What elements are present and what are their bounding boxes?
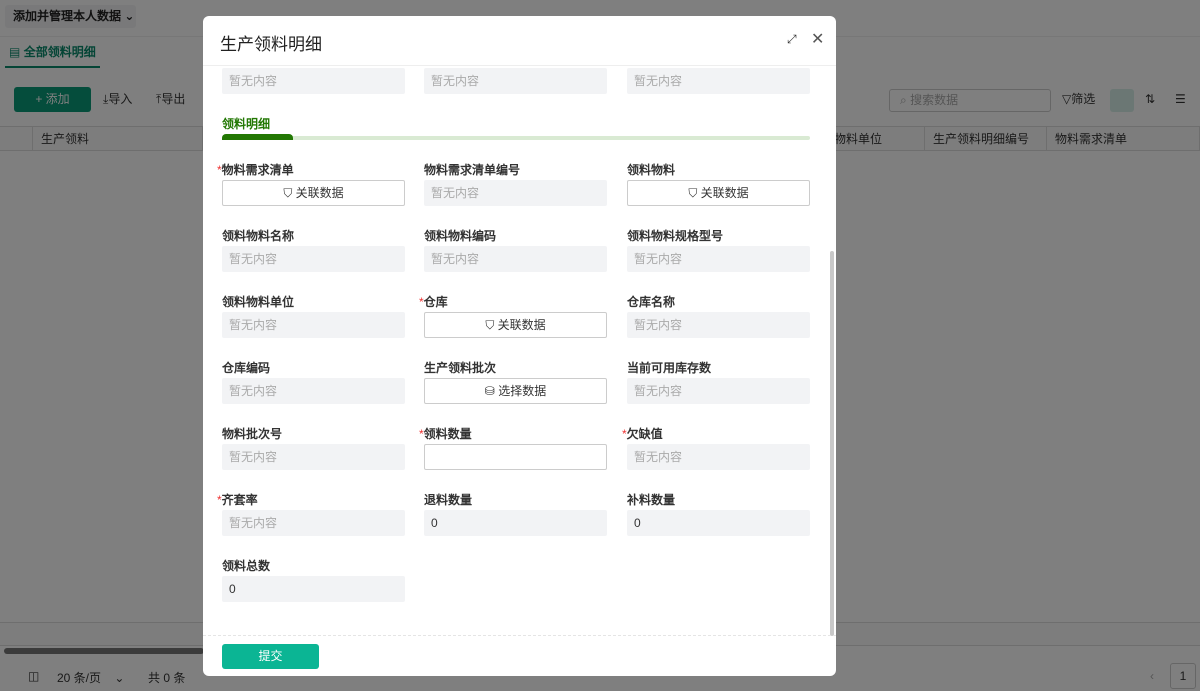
readonly-field: 暂无内容 — [627, 68, 810, 94]
field-label: *领料数量 — [419, 425, 472, 442]
field-label: 仓库名称 — [627, 293, 675, 310]
field-label-text: 物料批次号 — [222, 427, 283, 441]
field-value: 暂无内容 — [431, 252, 480, 266]
field-label: 退料数量 — [424, 491, 472, 508]
header-divider — [203, 65, 836, 66]
readonly-field: 暂无内容 — [424, 246, 607, 272]
section-progress — [222, 134, 810, 140]
field-label-text: 仓库 — [423, 295, 448, 309]
field-label: *物料需求清单 — [217, 161, 294, 178]
readonly-field: 暂无内容 — [627, 444, 810, 470]
field-value: 0 — [431, 516, 438, 530]
field-value: 0 — [229, 582, 236, 596]
field-label-text: 退料数量 — [424, 493, 473, 507]
readonly-field: 0 — [627, 510, 810, 536]
readonly-field: 暂无内容 — [222, 444, 405, 470]
field-label-text: 当前可用库存数 — [627, 361, 712, 375]
field-value: 暂无内容 — [229, 252, 278, 266]
readonly-field: 暂无内容 — [222, 378, 405, 404]
readonly-field: 暂无内容 — [627, 378, 810, 404]
field-label: 当前可用库存数 — [627, 359, 711, 376]
field-label-text: 领料物料单位 — [222, 295, 295, 309]
readonly-field: 暂无内容 — [627, 312, 810, 338]
quantity-input[interactable] — [424, 444, 607, 470]
modal-title: 生产领料明细 — [220, 35, 322, 54]
field-label: *仓库 — [419, 293, 448, 310]
field-value: 暂无内容 — [431, 186, 480, 200]
field-label-text: 领料物料 — [627, 163, 676, 177]
field-value: 关联数据 — [497, 318, 546, 332]
field-label-text: 仓库名称 — [627, 295, 676, 309]
field-value: 暂无内容 — [634, 318, 683, 332]
modal: 生产领料明细 ⤢ ✕ 暂无内容 暂无内容 暂无内容 领料明细 *物料需求清单 ⛉ 关联… — [203, 16, 836, 676]
field-value: 关联数据 — [700, 186, 749, 200]
field-label: 领料物料规格型号 — [627, 227, 723, 244]
field-value: 暂无内容 — [229, 384, 278, 398]
field-label-text: 物料需求清单编号 — [424, 163, 521, 177]
link-icon: ⛉ — [283, 186, 296, 200]
field-label-text: 领料物料编码 — [424, 229, 497, 243]
readonly-field: 0 — [222, 576, 405, 602]
field-value: 暂无内容 — [229, 318, 278, 332]
field-label-text: 领料数量 — [423, 427, 472, 441]
field-value: 选择数据 — [498, 384, 547, 398]
vertical-scrollbar[interactable] — [830, 251, 834, 636]
field-label: 生产领料批次 — [424, 359, 496, 376]
readonly-field: 0 — [424, 510, 607, 536]
field-label-text: 补料数量 — [627, 493, 676, 507]
readonly-field: 暂无内容 — [627, 246, 810, 272]
field-label-text: 领料总数 — [222, 559, 271, 573]
field-label: 物料需求清单编号 — [424, 161, 520, 178]
expand-icon[interactable]: ⤢ — [787, 32, 797, 47]
readonly-field: 暂无内容 — [424, 180, 607, 206]
field-label: *欠缺值 — [622, 425, 663, 442]
close-icon[interactable]: ✕ — [811, 29, 824, 49]
field-value: 暂无内容 — [634, 384, 683, 398]
submit-button[interactable]: 提交 — [222, 644, 319, 669]
readonly-field: 暂无内容 — [222, 246, 405, 272]
field-label-text: 领料物料名称 — [222, 229, 295, 243]
readonly-field: 暂无内容 — [222, 510, 405, 536]
field-label: *齐套率 — [217, 491, 258, 508]
link-data-button[interactable]: ⛉ 关联数据 — [222, 180, 405, 206]
select-data-button[interactable]: ⛁ 选择数据 — [424, 378, 607, 404]
field-label: 领料物料 — [627, 161, 675, 178]
field-value: 暂无内容 — [229, 516, 278, 530]
database-icon: ⛁ — [484, 384, 499, 398]
link-icon: ⛉ — [688, 186, 701, 200]
field-label: 补料数量 — [627, 491, 675, 508]
field-value: 0 — [634, 516, 641, 530]
footer-divider — [203, 635, 836, 636]
readonly-field: 暂无内容 — [222, 312, 405, 338]
field-value: 暂无内容 — [634, 450, 683, 464]
field-label: 领料物料名称 — [222, 227, 294, 244]
field-label: 仓库编码 — [222, 359, 270, 376]
field-value: 暂无内容 — [634, 252, 683, 266]
field-value: 关联数据 — [295, 186, 344, 200]
field-label: 领料总数 — [222, 557, 270, 574]
field-label-text: 齐套率 — [221, 493, 258, 507]
readonly-field: 暂无内容 — [222, 68, 405, 94]
field-label: 物料批次号 — [222, 425, 282, 442]
link-data-button[interactable]: ⛉ 关联数据 — [424, 312, 607, 338]
field-label-text: 仓库编码 — [222, 361, 271, 375]
field-label-text: 物料需求清单 — [221, 163, 294, 177]
readonly-field: 暂无内容 — [424, 68, 607, 94]
field-label: 领料物料单位 — [222, 293, 294, 310]
section-progress-fill — [222, 134, 293, 140]
link-icon: ⛉ — [485, 318, 498, 332]
field-label-text: 生产领料批次 — [424, 361, 497, 375]
link-data-button[interactable]: ⛉ 关联数据 — [627, 180, 810, 206]
field-value: 暂无内容 — [229, 450, 278, 464]
field-label-text: 欠缺值 — [626, 427, 663, 441]
section-title: 领料明细 — [222, 117, 271, 131]
field-label-text: 领料物料规格型号 — [627, 229, 724, 243]
field-label: 领料物料编码 — [424, 227, 496, 244]
